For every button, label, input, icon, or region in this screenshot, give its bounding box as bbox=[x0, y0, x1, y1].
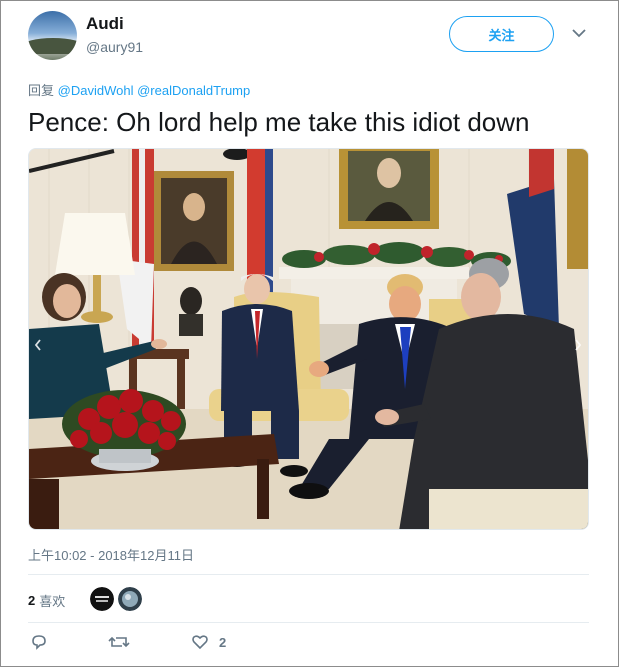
divider bbox=[28, 574, 589, 575]
tweet-timestamp[interactable]: 上午10:02 - 2018年12月11日 bbox=[28, 545, 194, 564]
chevron-right-icon[interactable] bbox=[573, 338, 583, 355]
tweet-photo[interactable] bbox=[28, 148, 589, 530]
oval-office-photo bbox=[29, 149, 588, 529]
display-name[interactable]: Audi bbox=[86, 14, 124, 34]
mention-realdonaldtrump[interactable]: @realDonaldTrump bbox=[137, 83, 250, 98]
like-count: 2 bbox=[219, 634, 227, 650]
like-button[interactable]: 2 bbox=[191, 633, 226, 651]
user-handle[interactable]: @aury91 bbox=[86, 39, 143, 55]
reply-icon bbox=[32, 635, 46, 650]
heart-icon bbox=[192, 635, 208, 650]
retweet-icon bbox=[108, 636, 130, 648]
tweet-card: Audi @aury91 关注 回复 @DavidWohl @realDonal… bbox=[0, 0, 619, 667]
avatar[interactable] bbox=[28, 11, 77, 60]
liker-avatars bbox=[90, 587, 142, 611]
likes-label[interactable]: 喜欢 bbox=[39, 591, 65, 610]
tweet-text: Pence: Oh lord help me take this idiot d… bbox=[28, 107, 530, 137]
reply-context: 回复 @DavidWohl @realDonaldTrump bbox=[28, 80, 250, 99]
liker-avatar[interactable] bbox=[90, 587, 114, 611]
likes-count[interactable]: 2 bbox=[28, 593, 35, 608]
divider bbox=[28, 622, 589, 623]
reply-button[interactable] bbox=[30, 633, 48, 651]
mention-davidwohl[interactable]: @DavidWohl bbox=[58, 83, 134, 98]
likes-summary: 2 喜欢 bbox=[28, 584, 142, 616]
tweet-actions: 2 bbox=[28, 633, 328, 657]
chevron-down-icon[interactable] bbox=[571, 27, 587, 39]
reply-prefix: 回复 bbox=[28, 83, 55, 98]
retweet-button[interactable] bbox=[108, 633, 130, 651]
tweet-header: Audi @aury91 关注 bbox=[28, 11, 593, 63]
liker-avatar[interactable] bbox=[118, 587, 142, 611]
follow-button[interactable]: 关注 bbox=[449, 16, 554, 52]
chevron-left-icon[interactable] bbox=[33, 338, 43, 355]
